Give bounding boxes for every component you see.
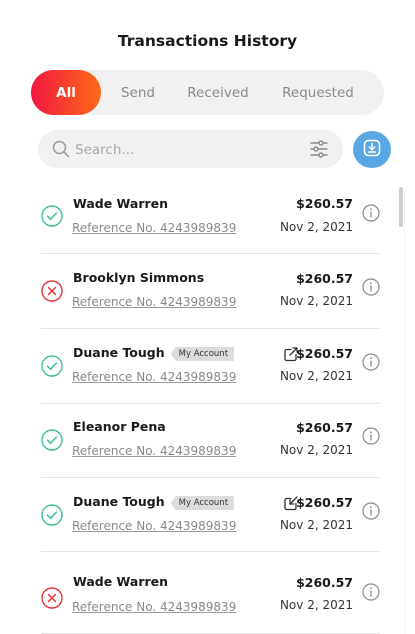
check-circle-icon bbox=[41, 504, 63, 526]
info-icon[interactable] bbox=[362, 278, 380, 296]
transaction-amount: $260.57 bbox=[296, 575, 353, 590]
page-title: Transactions History bbox=[117, 32, 298, 50]
account-badge: My Account bbox=[170, 496, 235, 510]
reference-link[interactable]: Reference No. 4243989839 bbox=[72, 444, 236, 458]
transaction-amount: $260.57 bbox=[296, 420, 353, 435]
transaction-row[interactable]: Brooklyn Simmons Reference No. 424398983… bbox=[41, 254, 380, 329]
x-circle-icon bbox=[41, 587, 63, 609]
transaction-amount: $260.57 bbox=[296, 495, 353, 510]
transaction-row[interactable]: Eleanor Pena Reference No. 4243989839 $2… bbox=[41, 404, 380, 478]
transaction-name: Wade Warren bbox=[73, 196, 168, 211]
transaction-row[interactable]: Wade Warren Reference No. 4243989839 $26… bbox=[41, 552, 380, 634]
check-circle-icon bbox=[41, 205, 63, 227]
x-circle-icon bbox=[41, 280, 63, 302]
payee-name: Duane Tough bbox=[73, 345, 165, 360]
transaction-date: Nov 2, 2021 bbox=[279, 220, 353, 234]
search-bar bbox=[38, 130, 343, 168]
tab-all[interactable]: All bbox=[31, 70, 101, 115]
transaction-row[interactable]: Duane Tough My Account Reference No. 4243… bbox=[41, 329, 380, 404]
info-icon[interactable] bbox=[362, 204, 380, 222]
reference-link[interactable]: Reference No. 4243989839 bbox=[72, 600, 236, 614]
tab-send[interactable]: Send bbox=[101, 70, 175, 115]
transaction-name: Duane Tough My Account bbox=[73, 345, 235, 361]
scrollbar-track bbox=[404, 187, 405, 634]
transaction-name: Wade Warren bbox=[73, 574, 168, 589]
transaction-name: Duane Tough My Account bbox=[73, 494, 235, 510]
check-circle-icon bbox=[41, 429, 63, 451]
search-icon bbox=[52, 140, 70, 162]
reference-link[interactable]: Reference No. 4243989839 bbox=[72, 370, 236, 384]
download-icon bbox=[362, 138, 382, 162]
payee-name: Duane Tough bbox=[73, 494, 165, 509]
reference-link[interactable]: Reference No. 4243989839 bbox=[72, 295, 236, 309]
transaction-date: Nov 2, 2021 bbox=[279, 294, 353, 308]
tab-bar: All Send Received Requested bbox=[31, 70, 384, 115]
transaction-date: Nov 2, 2021 bbox=[279, 518, 353, 532]
info-icon[interactable] bbox=[362, 353, 380, 371]
payee-name: Eleanor Pena bbox=[73, 419, 166, 434]
transaction-date: Nov 2, 2021 bbox=[279, 443, 353, 457]
search-input[interactable] bbox=[75, 139, 295, 161]
download-button[interactable] bbox=[353, 131, 391, 168]
info-icon[interactable] bbox=[362, 427, 380, 445]
filter-sliders-icon[interactable] bbox=[309, 139, 329, 163]
transaction-row[interactable]: Wade Warren Reference No. 4243989839 $26… bbox=[41, 180, 380, 254]
info-icon[interactable] bbox=[362, 502, 380, 520]
account-badge: My Account bbox=[170, 347, 235, 361]
tab-received[interactable]: Received bbox=[175, 70, 261, 115]
check-circle-icon bbox=[41, 355, 63, 377]
transaction-amount: $260.57 bbox=[296, 196, 353, 211]
transaction-name: Brooklyn Simmons bbox=[73, 270, 204, 285]
transaction-name: Eleanor Pena bbox=[73, 419, 166, 434]
transaction-date: Nov 2, 2021 bbox=[279, 369, 353, 383]
payee-name: Wade Warren bbox=[73, 574, 169, 589]
payee-name: Brooklyn Simmons bbox=[73, 270, 205, 285]
transaction-row[interactable]: Duane Tough My Account Reference No. 4243… bbox=[41, 478, 380, 552]
reference-link[interactable]: Reference No. 4243989839 bbox=[72, 221, 236, 235]
transaction-date: Nov 2, 2021 bbox=[279, 598, 353, 612]
tab-requested[interactable]: Requested bbox=[261, 70, 375, 115]
info-icon[interactable] bbox=[362, 583, 380, 601]
transaction-amount: $260.57 bbox=[296, 271, 353, 286]
payee-name: Wade Warren bbox=[73, 196, 169, 211]
transaction-amount: $260.57 bbox=[296, 346, 353, 361]
reference-link[interactable]: Reference No. 4243989839 bbox=[72, 519, 236, 533]
scrollbar-thumb[interactable] bbox=[399, 187, 403, 227]
